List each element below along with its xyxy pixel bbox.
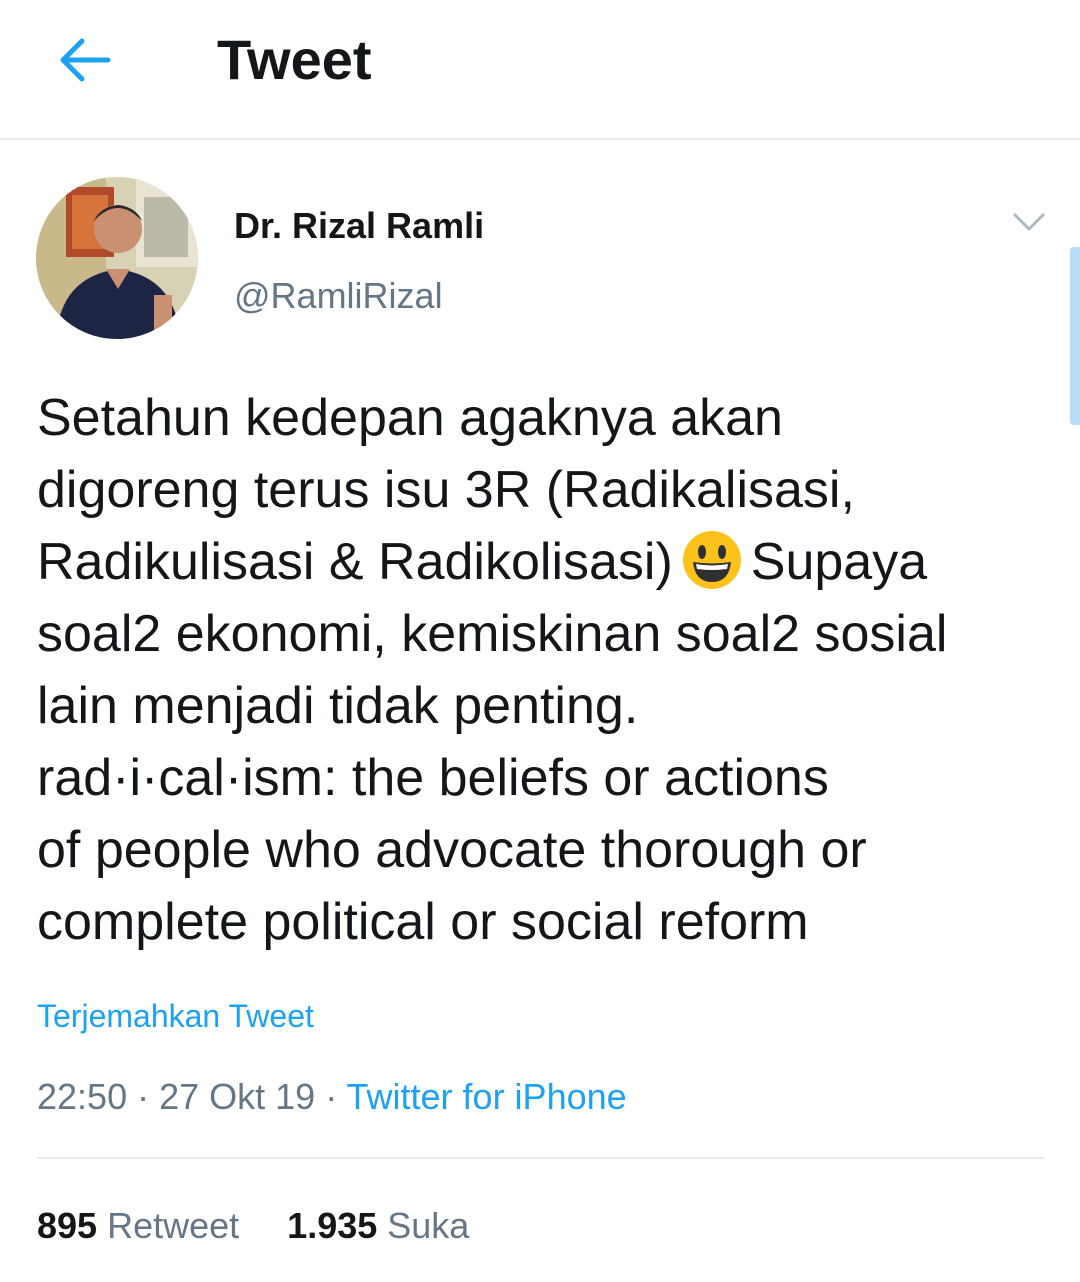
translate-tweet-link[interactable]: Terjemahkan Tweet [37, 996, 314, 1036]
likes-stat[interactable]: 1.935 Suka [287, 1203, 469, 1249]
tweet-time: 22:50 [37, 1076, 128, 1117]
tweet-line-part: Radikulisasi & Radikolisasi) [37, 533, 673, 591]
tweet-date: 27 Okt 19 [159, 1076, 316, 1117]
tweet-source-link[interactable]: Twitter for iPhone [347, 1076, 627, 1117]
retweets-count: 895 [37, 1205, 98, 1246]
author-name[interactable]: Dr. Rizal Ramli [234, 204, 484, 248]
back-button[interactable] [48, 28, 120, 92]
chevron-down-icon [1013, 213, 1045, 231]
grinning-face-emoji [681, 529, 743, 591]
scrollbar[interactable] [1070, 247, 1080, 425]
top-bar: Tweet [0, 0, 1080, 140]
retweets-stat[interactable]: 895 Retweet [37, 1203, 239, 1249]
meta-separator: · [127, 1076, 160, 1117]
tweet-line-part: Supaya [750, 533, 928, 591]
tweet-stats: 895 Retweet 1.935 Suka [37, 1203, 469, 1249]
likes-label: Suka [387, 1205, 470, 1246]
tweet-menu-button[interactable] [1010, 205, 1048, 239]
divider [37, 1157, 1044, 1159]
tweet-text: Setahun kedepan agaknya akan digoreng te… [37, 382, 1047, 958]
meta-separator: · [315, 1076, 347, 1117]
arrow-left-icon [60, 38, 111, 82]
tweet-line: complete political or social reform [37, 893, 809, 951]
tweet-line: rad·i·cal·ism: the beliefs or actions [37, 749, 829, 807]
tweet-line: Setahun kedepan agaknya akan [37, 389, 783, 447]
avatar-photo [36, 177, 198, 339]
likes-count: 1.935 [287, 1205, 378, 1246]
avatar[interactable] [36, 177, 198, 339]
tweet-line: lain menjadi tidak penting. [37, 677, 639, 735]
author-handle[interactable]: @RamliRizal [234, 274, 443, 318]
tweet-line: soal2 ekonomi, kemiskinan soal2 sosial [37, 605, 948, 663]
tweet-line: of people who advocate thorough or [37, 821, 867, 879]
tweet-line: Radikulisasi & Radikolisasi) Supaya [37, 526, 1047, 598]
tweet-line: digoreng terus isu 3R (Radikalisasi, [37, 461, 855, 519]
page-title: Tweet [217, 28, 372, 91]
retweets-label: Retweet [107, 1205, 240, 1246]
tweet-meta: 22:50 · 27 Okt 19 · Twitter for iPhone [37, 1074, 627, 1120]
